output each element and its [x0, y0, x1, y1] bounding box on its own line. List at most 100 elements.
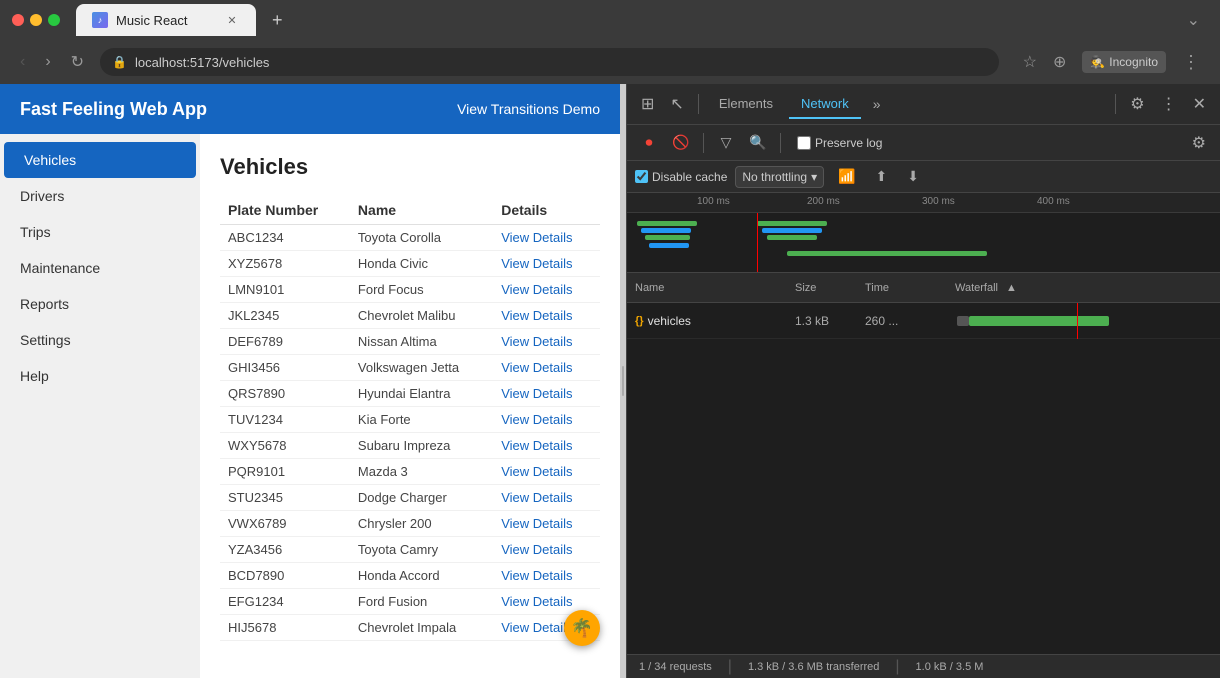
table-row: QRS7890 Hyundai Elantra View Details [220, 381, 600, 407]
devtools-close-button[interactable]: ✕ [1187, 88, 1212, 120]
maximize-button[interactable] [48, 14, 60, 26]
cell-name: Honda Civic [350, 251, 493, 277]
tab-overflow-button[interactable]: ⌄ [1179, 6, 1208, 34]
view-details-link[interactable]: View Details [501, 360, 572, 375]
refresh-button[interactable]: ↻ [67, 48, 88, 76]
devtools-settings-button[interactable]: ⚙ [1124, 88, 1150, 120]
throttle-select[interactable]: No throttling ▾ [735, 166, 824, 188]
cell-link[interactable]: View Details [493, 407, 600, 433]
sidebar-item-drivers[interactable]: Drivers [0, 178, 200, 214]
active-tab[interactable]: ♪ Music React ✕ [76, 4, 256, 36]
cell-link[interactable]: View Details [493, 485, 600, 511]
tab-close-button[interactable]: ✕ [224, 12, 240, 28]
col-header-time[interactable]: Time [857, 282, 947, 294]
notification-popup-icon[interactable]: 🌴 [564, 610, 600, 646]
cell-name: Hyundai Elantra [350, 381, 493, 407]
cell-link[interactable]: View Details [493, 511, 600, 537]
disable-cache-checkbox[interactable] [635, 170, 648, 183]
throttle-chevron-icon: ▾ [811, 170, 817, 184]
cell-link[interactable]: View Details [493, 225, 600, 251]
view-details-link[interactable]: View Details [501, 516, 572, 531]
url-bar[interactable]: 🔒 localhost:5173/vehicles [100, 48, 999, 76]
view-details-link[interactable]: View Details [501, 334, 572, 349]
table-row: STU2345 Dodge Charger View Details [220, 485, 600, 511]
cell-link[interactable]: View Details [493, 537, 600, 563]
devtools-inspect-button[interactable]: ↖ [664, 88, 689, 120]
cell-link[interactable]: View Details [493, 303, 600, 329]
view-details-link[interactable]: View Details [501, 620, 572, 635]
view-details-link[interactable]: View Details [501, 386, 572, 401]
view-details-link[interactable]: View Details [501, 542, 572, 557]
cell-link[interactable]: View Details [493, 355, 600, 381]
table-row: YZA3456 Toyota Camry View Details [220, 537, 600, 563]
cell-link[interactable]: View Details [493, 381, 600, 407]
devtools-device-toggle[interactable]: ⊞ [635, 88, 660, 120]
sidebar-item-vehicles[interactable]: Vehicles [4, 142, 196, 178]
disable-cache-label[interactable]: Disable cache [635, 170, 727, 184]
cell-link[interactable]: View Details [493, 433, 600, 459]
clear-button[interactable]: 🚫 [667, 129, 695, 157]
panel-divider[interactable] [620, 84, 626, 678]
browser-menu-button[interactable]: ⋮ [1178, 48, 1204, 77]
download-icon[interactable]: ⬇ [901, 164, 925, 189]
filter-button[interactable]: ▽ [712, 129, 740, 157]
network-toolbar: ⏺ 🚫 ▽ 🔍 Preserve log ⚙ [627, 125, 1220, 161]
view-details-link[interactable]: View Details [501, 308, 572, 323]
throttle-label: No throttling [742, 170, 807, 184]
view-details-link[interactable]: View Details [501, 490, 572, 505]
cell-link[interactable]: View Details [493, 563, 600, 589]
back-button[interactable]: ‹ [16, 49, 29, 75]
view-details-link[interactable]: View Details [501, 568, 572, 583]
view-details-link[interactable]: View Details [501, 464, 572, 479]
col-header-name[interactable]: Name [627, 282, 787, 294]
col-plate: Plate Number [220, 196, 350, 225]
sidebar-item-help[interactable]: Help [0, 358, 200, 394]
tab-network[interactable]: Network [789, 90, 861, 119]
forward-button[interactable]: › [41, 49, 54, 75]
bookmark-button[interactable]: ☆ [1019, 48, 1041, 76]
col-header-waterfall[interactable]: Waterfall ▲ [947, 282, 1220, 294]
table-row: GHI3456 Volkswagen Jetta View Details [220, 355, 600, 381]
cell-link[interactable]: View Details [493, 459, 600, 485]
new-tab-button[interactable]: + [264, 6, 291, 35]
table-row: VWX6789 Chrysler 200 View Details [220, 511, 600, 537]
wifi-icon[interactable]: 📶 [832, 164, 861, 189]
sidebar-item-settings[interactable]: Settings [0, 322, 200, 358]
view-details-link[interactable]: View Details [501, 594, 572, 609]
cell-plate: VWX6789 [220, 511, 350, 537]
search-button[interactable]: 🔍 [744, 129, 772, 157]
minimize-button[interactable] [30, 14, 42, 26]
upload-icon[interactable]: ⬆ [870, 164, 894, 189]
record-button[interactable]: ⏺ [635, 129, 663, 157]
view-transitions-link[interactable]: View Transitions Demo [457, 101, 600, 117]
view-details-link[interactable]: View Details [501, 230, 572, 245]
devtools-more-button[interactable]: ⋮ [1155, 88, 1183, 120]
network-settings-button[interactable]: ⚙ [1186, 127, 1212, 159]
col-header-size[interactable]: Size [787, 282, 857, 294]
table-row: TUV1234 Kia Forte View Details [220, 407, 600, 433]
zoom-button[interactable]: ⊕ [1049, 48, 1070, 76]
cell-link[interactable]: View Details [493, 277, 600, 303]
view-details-link[interactable]: View Details [501, 256, 572, 271]
preserve-log-text: Preserve log [815, 136, 882, 150]
col-waterfall-label: Waterfall [955, 282, 998, 294]
tab-separator [698, 94, 699, 114]
close-button[interactable] [12, 14, 24, 26]
sidebar-item-reports[interactable]: Reports [0, 286, 200, 322]
preserve-log-label[interactable]: Preserve log [797, 136, 882, 150]
tab-elements[interactable]: Elements [707, 90, 785, 119]
sidebar-item-maintenance[interactable]: Maintenance [0, 250, 200, 286]
network-row-vehicles[interactable]: {} vehicles 1.3 kB 260 ... [627, 303, 1220, 339]
devtools-footer: 1 / 34 requests | 1.3 kB / 3.6 MB transf… [627, 654, 1220, 678]
tabs-overflow-button[interactable]: » [865, 90, 889, 118]
cell-name: Mazda 3 [350, 459, 493, 485]
view-details-link[interactable]: View Details [501, 438, 572, 453]
view-details-link[interactable]: View Details [501, 412, 572, 427]
col-name: Name [350, 196, 493, 225]
timeline-bars [627, 213, 1220, 273]
cell-link[interactable]: View Details [493, 251, 600, 277]
cell-link[interactable]: View Details [493, 329, 600, 355]
view-details-link[interactable]: View Details [501, 282, 572, 297]
preserve-log-checkbox[interactable] [797, 136, 811, 150]
sidebar-item-trips[interactable]: Trips [0, 214, 200, 250]
